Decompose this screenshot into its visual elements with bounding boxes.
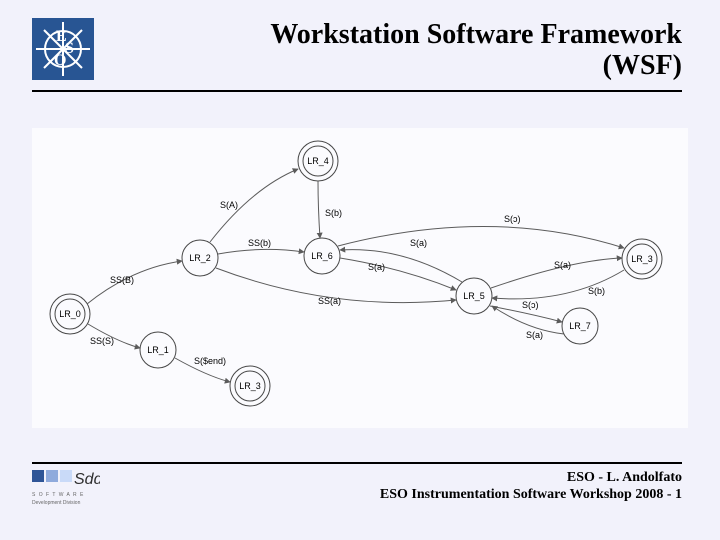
eso-logo: E S O [32, 18, 94, 80]
state-diagram: LR_4 LR_0 LR_3 LR_3 [32, 128, 688, 428]
node-lr3-right: LR_3 [622, 239, 662, 279]
edge-label-sa-r1: S(a) [410, 238, 427, 248]
node-lr6: LR_6 [304, 238, 340, 274]
svg-text:LR_3: LR_3 [239, 381, 261, 391]
footer-credit: ESO - L. Andolfato ESO Instrumentation S… [380, 470, 682, 504]
node-lr4: LR_4 [298, 141, 338, 181]
node-lr7: LR_7 [562, 308, 598, 344]
edge-lr4-lr6 [318, 181, 320, 238]
svg-text:Sdd: Sdd [74, 471, 100, 488]
node-lr0: LR_0 [50, 294, 90, 334]
edge-label-sa-mid: S(a) [368, 262, 385, 272]
node-lr2: LR_2 [182, 240, 218, 276]
title-line-2: (WSF) [94, 51, 682, 82]
credit-line-1: ESO - L. Andolfato [380, 470, 682, 487]
edge-label-so-top: S(ɔ) [504, 214, 521, 224]
node-lr5: LR_5 [456, 278, 492, 314]
edge-lr5-lr6 [340, 250, 462, 282]
credit-line-2: ESO Instrumentation Software Workshop 20… [380, 487, 682, 504]
node-lr3-left: LR_3 [230, 366, 270, 406]
svg-text:LR_1: LR_1 [147, 345, 169, 355]
header-bar: E S O Workstation Software Framework (WS… [32, 18, 682, 92]
svg-text:Development Division: Development Division [32, 500, 81, 506]
svg-text:LR_6: LR_6 [311, 251, 333, 261]
svg-text:LR_4: LR_4 [307, 156, 329, 166]
node-lr1: LR_1 [140, 332, 176, 368]
svg-text:LR_0: LR_0 [59, 309, 81, 319]
svg-text:S O F T W A R E: S O F T W A R E [32, 492, 84, 498]
edge-lr6-lr3r [338, 226, 624, 248]
title-line-1: Workstation Software Framework [94, 20, 682, 51]
edge-label-ssb: SS(B) [110, 275, 134, 285]
edge-label-so-r1: S(ɔ) [522, 300, 539, 310]
edge-label-sb-r: S(b) [588, 286, 605, 296]
svg-text:LR_2: LR_2 [189, 253, 211, 263]
svg-text:LR_7: LR_7 [569, 321, 591, 331]
edge-label-sb-mid: S(b) [325, 208, 342, 218]
edge-label-send: S($end) [194, 356, 226, 366]
edge-label-sa-r3: S(a) [526, 330, 543, 340]
edge-label-sa-up: S(A) [220, 200, 238, 210]
title-wrap: Workstation Software Framework (WSF) [94, 18, 682, 82]
edge-label-sa-r2: S(a) [554, 260, 571, 270]
edge-label-ssb2: SS(b) [248, 238, 271, 248]
edge-label-ssa: SS(a) [318, 296, 341, 306]
edge-label-sss: SS(S) [90, 336, 114, 346]
svg-text:LR_5: LR_5 [463, 291, 485, 301]
eso-logo-letter-o: O [54, 52, 66, 69]
sdd-logo: Sdd S O F T W A R E Development Division [32, 470, 100, 510]
edge-lr2-lr6-b [218, 249, 304, 254]
footer-bar: Sdd S O F T W A R E Development Division… [32, 462, 682, 516]
svg-text:LR_3: LR_3 [631, 254, 653, 264]
edge-lr6-lr5 [340, 258, 456, 290]
diagram-panel: LR_4 LR_0 LR_3 LR_3 [32, 128, 688, 428]
edge-lr0-lr2 [87, 261, 182, 304]
